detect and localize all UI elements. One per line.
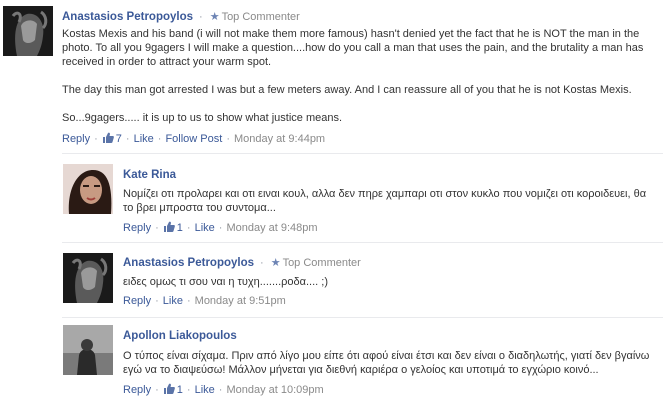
comment-author[interactable]: Anastasios Petropoylos · ★ Top Commenter <box>62 10 300 23</box>
comment-4: Apollon Liakopoulos Ο τύπος είναι σίχαμα… <box>0 318 663 401</box>
comment-actions: Reply · 7 · Like · Follow Post · Monday at 9:44p… <box>62 132 326 145</box>
avatar[interactable] <box>63 164 113 214</box>
comment-1: Anastasios Petropoylos · ★ Top Commenter Ko… <box>0 0 663 152</box>
like-link[interactable]: Like <box>195 222 215 234</box>
comment-2: Kate Rina Νομίζει οτι προλαρει και οτι ε… <box>0 154 663 242</box>
comment-author[interactable]: Anastasios Petropoylos · ★ Top Commenter <box>123 256 361 269</box>
comment-body: Kostas Mexis and his band (i will not ma… <box>62 27 662 125</box>
thumbs-up-icon <box>163 221 175 232</box>
comment-paragraph: So...9gagers..... it is up to us to show… <box>62 112 343 124</box>
follow-post-link[interactable]: Follow Post <box>165 133 222 145</box>
avatar[interactable] <box>63 325 113 375</box>
comment-3: Anastasios Petropoylos · ★ Top Commenter ει… <box>0 243 663 316</box>
comment-body: Ο τύπος είναι σίχαμα. Πριν από λίγο μου … <box>123 350 650 376</box>
like-count[interactable]: 7 <box>116 133 122 145</box>
top-commenter-badge: · ★ Top Commenter <box>199 11 300 23</box>
timestamp: Monday at 9:51pm <box>194 295 286 307</box>
comment-paragraph: The day this man got arrested I was but … <box>62 84 632 96</box>
comment-author[interactable]: Kate Rina <box>123 169 176 181</box>
comment-actions: Reply · 1 · Like · Monday at 10:09pm <box>123 383 324 396</box>
star-icon: ★ <box>209 11 220 23</box>
like-count[interactable]: 1 <box>177 384 183 396</box>
timestamp: Monday at 9:44pm <box>233 133 326 145</box>
avatar[interactable] <box>63 253 113 303</box>
comment-paragraph: Kostas Mexis and his band (i will not ma… <box>62 28 644 68</box>
top-commenter-badge: · ★ Top Commenter <box>260 257 361 269</box>
timestamp: Monday at 10:09pm <box>226 384 324 396</box>
reply-link[interactable]: Reply <box>123 222 151 234</box>
thumbs-up-icon <box>102 132 114 143</box>
comment-author[interactable]: Apollon Liakopoulos <box>123 330 237 342</box>
timestamp: Monday at 9:48pm <box>226 222 318 234</box>
comment-body: Νομίζει οτι προλαρει και οτι ειναι κουλ,… <box>123 188 647 214</box>
reply-link[interactable]: Reply <box>62 133 90 145</box>
comment-actions: Reply · Like · Monday at 9:51pm <box>123 295 286 307</box>
reply-link[interactable]: Reply <box>123 295 151 307</box>
like-link[interactable]: Like <box>134 133 154 145</box>
like-count[interactable]: 1 <box>177 222 183 234</box>
reply-link[interactable]: Reply <box>123 384 151 396</box>
comment-body: ειδες ομως τι σου ναι η τυχη.......ροδα.… <box>123 276 328 288</box>
avatar[interactable] <box>3 6 53 56</box>
like-link[interactable]: Like <box>195 384 215 396</box>
like-link[interactable]: Like <box>163 295 183 307</box>
comment-actions: Reply · 1 · Like · Monday at 9:48pm <box>123 221 318 234</box>
star-icon: ★ <box>270 257 281 269</box>
thumbs-up-icon <box>163 383 175 394</box>
